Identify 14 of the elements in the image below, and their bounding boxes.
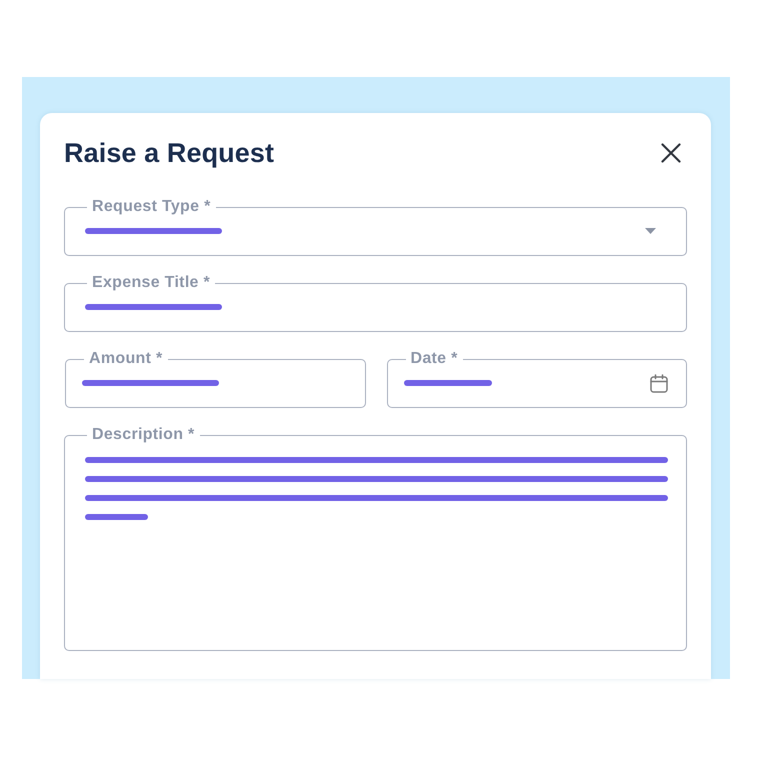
calendar-icon[interactable] — [650, 374, 668, 392]
field-label: Amount * — [88, 350, 164, 368]
field-label: Description * — [91, 426, 196, 444]
textarea-field[interactable]: Description * — [64, 426, 687, 651]
dropdown-caret-icon — [645, 228, 656, 234]
select-field[interactable]: Request Type * — [64, 198, 687, 256]
text-field[interactable]: Expense Title * — [64, 274, 687, 332]
field-label: Request Type * — [91, 198, 212, 216]
field-label: Date * — [410, 350, 459, 368]
date-field[interactable]: Date * — [386, 350, 687, 408]
text-field[interactable]: Amount * — [65, 350, 366, 408]
close-icon — [661, 143, 681, 163]
dialog-title: Raise a Request — [64, 137, 274, 169]
field-label: Expense Title * — [91, 274, 212, 292]
